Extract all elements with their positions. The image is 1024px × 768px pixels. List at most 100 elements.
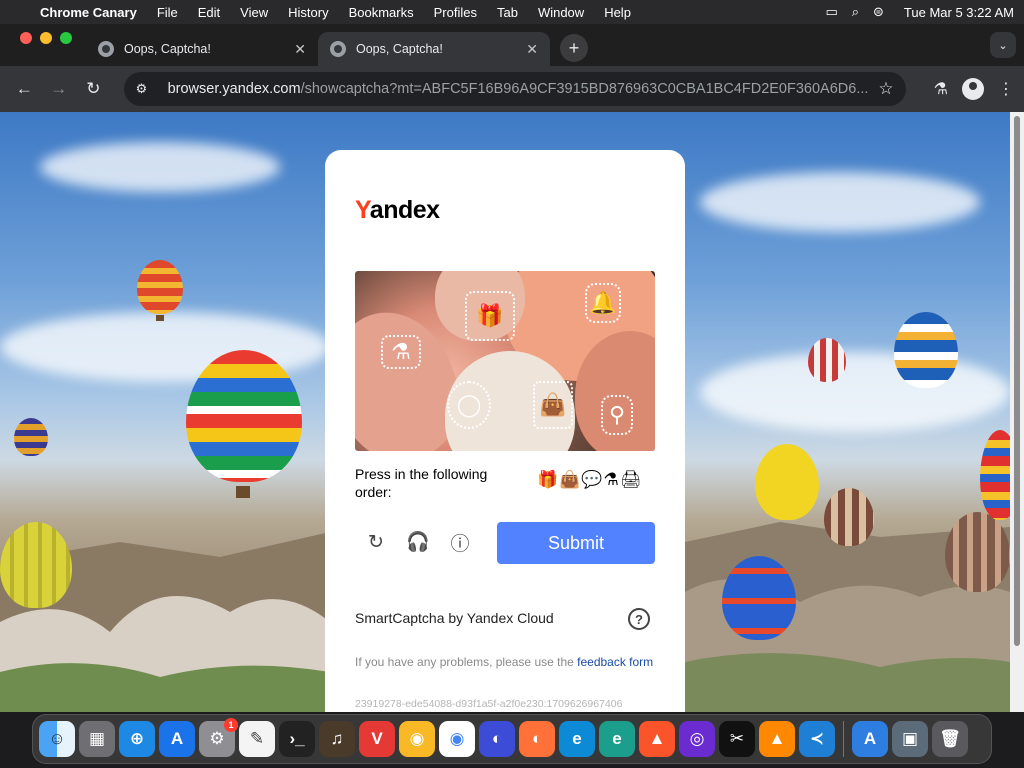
spotlight-search-icon[interactable]: ⌕ <box>852 4 859 20</box>
edge-canary-icon[interactable]: e <box>599 721 635 757</box>
bookmark-star-icon[interactable]: ☆ <box>878 79 893 99</box>
captcha-image[interactable]: 🎁 🔔 ⚗ ◯ 👜 ⚲ <box>355 271 655 451</box>
headphones-audio-icon[interactable]: 🎧 <box>406 530 430 554</box>
profile-avatar-icon[interactable] <box>962 78 985 100</box>
capcut-icon[interactable]: ✂ <box>719 721 755 757</box>
globe-icon <box>330 41 346 57</box>
provider-label: SmartCaptcha by Yandex Cloud <box>355 610 554 626</box>
close-window-button[interactable] <box>20 32 32 44</box>
site-settings-icon[interactable]: ⚙ <box>136 81 156 97</box>
hot-air-balloon <box>945 512 1010 592</box>
finder-icon[interactable]: ☺ <box>39 721 75 757</box>
close-tab-icon[interactable]: ✕ <box>294 41 306 58</box>
screen-mirroring-icon[interactable]: ▭ <box>825 4 837 20</box>
hot-air-balloon <box>980 430 1010 520</box>
vlc-icon[interactable]: ▲ <box>759 721 795 757</box>
url-path: /showcaptcha?mt=ABFC5F16B96A9CF3915BD876… <box>300 81 869 97</box>
garageband-icon[interactable]: ♫ <box>319 721 355 757</box>
browser-toolbar: ← → ↻ ⚙ browser.yandex.com/showcaptcha?m… <box>0 66 1024 112</box>
hot-air-balloon <box>755 444 819 520</box>
bell-shape-target[interactable]: 🔔 <box>585 283 621 323</box>
url-host: browser.yandex.com <box>167 81 301 97</box>
hot-air-balloon <box>808 338 846 382</box>
captcha-card: Yandex 🎁 🔔 ⚗ ◯ 👜 ⚲ Press in the followin… <box>325 150 685 712</box>
control-center-icon[interactable]: ⊜ <box>873 4 884 20</box>
back-arrow-icon[interactable]: ← <box>10 74 39 104</box>
menu-bookmarks[interactable]: Bookmarks <box>349 5 414 20</box>
tab-1[interactable]: Oops, Captcha! ✕ <box>86 32 318 66</box>
balloon-basket <box>236 486 250 498</box>
system-settings-icon[interactable]: ⚙ 1 <box>199 718 238 757</box>
flask-shape-target[interactable]: ⚗ <box>381 335 421 369</box>
logo-rest: andex <box>369 196 440 224</box>
info-icon[interactable]: ⓘ <box>448 530 472 555</box>
hot-air-balloon <box>824 488 874 546</box>
new-tab-button[interactable]: + <box>560 34 588 62</box>
more-menu-icon[interactable]: ⋮ <box>998 79 1014 99</box>
brave-icon[interactable]: ▲ <box>639 721 675 757</box>
macos-dock: ☺ ▦ ⊕ A ⚙ 1 ✎ ›_ ♫ V ◉ ◉ ◐ ◐ e e ▲ ◎ ✂ ▲ … <box>32 714 992 764</box>
help-question-icon[interactable]: ? <box>628 608 650 630</box>
hot-air-balloon <box>894 312 958 388</box>
menu-view[interactable]: View <box>240 5 268 20</box>
refresh-icon[interactable]: ↻ <box>364 530 388 554</box>
reload-icon[interactable]: ↻ <box>79 74 108 104</box>
logo-letter-y: Y <box>355 196 370 224</box>
feedback-form-link[interactable]: feedback form <box>577 655 653 669</box>
globe-icon <box>98 41 114 57</box>
labs-flask-icon[interactable]: ⚗ <box>934 79 948 99</box>
address-bar[interactable]: ⚙ browser.yandex.com/showcaptcha?mt=ABFC… <box>123 72 906 106</box>
hot-air-balloon <box>722 556 796 640</box>
scrollbar-thumb[interactable] <box>1014 116 1020 646</box>
trash-icon[interactable]: 🗑 <box>932 721 968 757</box>
safari-icon[interactable]: ⊕ <box>119 721 155 757</box>
menubar-clock[interactable]: Tue Mar 5 3:22 AM <box>904 5 1014 20</box>
bag-shape-target[interactable]: 👜 <box>533 381 573 429</box>
minimize-window-button[interactable] <box>40 32 52 44</box>
menu-help[interactable]: Help <box>604 5 631 20</box>
screenshot-folder-icon[interactable]: ▣ <box>892 721 928 757</box>
ornament-shape-target[interactable]: ◯ <box>447 381 491 429</box>
chrome-icon[interactable]: ◉ <box>439 721 475 757</box>
tab-search-chevron-icon[interactable]: ⌄ <box>990 32 1016 58</box>
launchpad-icon[interactable]: ▦ <box>79 721 115 757</box>
hot-air-balloon <box>137 260 183 314</box>
terminal-icon[interactable]: ›_ <box>279 721 315 757</box>
menu-file[interactable]: File <box>157 5 178 20</box>
problems-text: If you have any problems, please use the <box>355 655 578 669</box>
menu-tab[interactable]: Tab <box>497 5 518 20</box>
forward-arrow-icon[interactable]: → <box>45 74 74 104</box>
yandex-logo: Yandex <box>355 196 440 225</box>
cloud-decoration <box>700 352 1010 432</box>
menu-profiles[interactable]: Profiles <box>434 5 477 20</box>
cloud-decoration <box>700 172 980 232</box>
submit-button[interactable]: Submit <box>497 522 655 564</box>
applications-folder-icon[interactable]: A <box>852 721 888 757</box>
tab-strip: Oops, Captcha! ✕ Oops, Captcha! ✕ + ⌄ <box>0 24 1024 66</box>
tab-title: Oops, Captcha! <box>356 42 443 56</box>
edge-icon[interactable]: e <box>559 721 595 757</box>
chrome-canary-icon[interactable]: ◉ <box>399 721 435 757</box>
zoom-window-button[interactable] <box>60 32 72 44</box>
menu-window[interactable]: Window <box>538 5 584 20</box>
pin-shape-target[interactable]: ⚲ <box>601 395 633 435</box>
firefox-icon[interactable]: ◐ <box>519 721 555 757</box>
macos-menubar: Chrome Canary File Edit View History Boo… <box>0 0 1024 24</box>
url-text: browser.yandex.com/showcaptcha?mt=ABFC5F… <box>168 81 869 97</box>
app-store-icon[interactable]: A <box>159 721 195 757</box>
balloon-basket <box>156 315 164 321</box>
menu-edit[interactable]: Edit <box>198 5 220 20</box>
page-scrollbar[interactable] <box>1010 112 1024 712</box>
gift-shape-target[interactable]: 🎁 <box>465 291 515 341</box>
vscode-icon[interactable]: ≺ <box>799 721 835 757</box>
vivaldi-icon[interactable]: V <box>359 721 395 757</box>
firefox-nightly-icon[interactable]: ◐ <box>479 721 515 757</box>
tab-title: Oops, Captcha! <box>124 42 211 56</box>
menu-app-name[interactable]: Chrome Canary <box>40 5 137 20</box>
tor-browser-icon[interactable]: ◎ <box>679 721 715 757</box>
menu-history[interactable]: History <box>288 5 328 20</box>
close-tab-icon[interactable]: ✕ <box>526 41 538 58</box>
textedit-icon[interactable]: ✎ <box>239 721 275 757</box>
tab-2-active[interactable]: Oops, Captcha! ✕ <box>318 32 550 66</box>
hot-air-balloon <box>14 418 48 456</box>
